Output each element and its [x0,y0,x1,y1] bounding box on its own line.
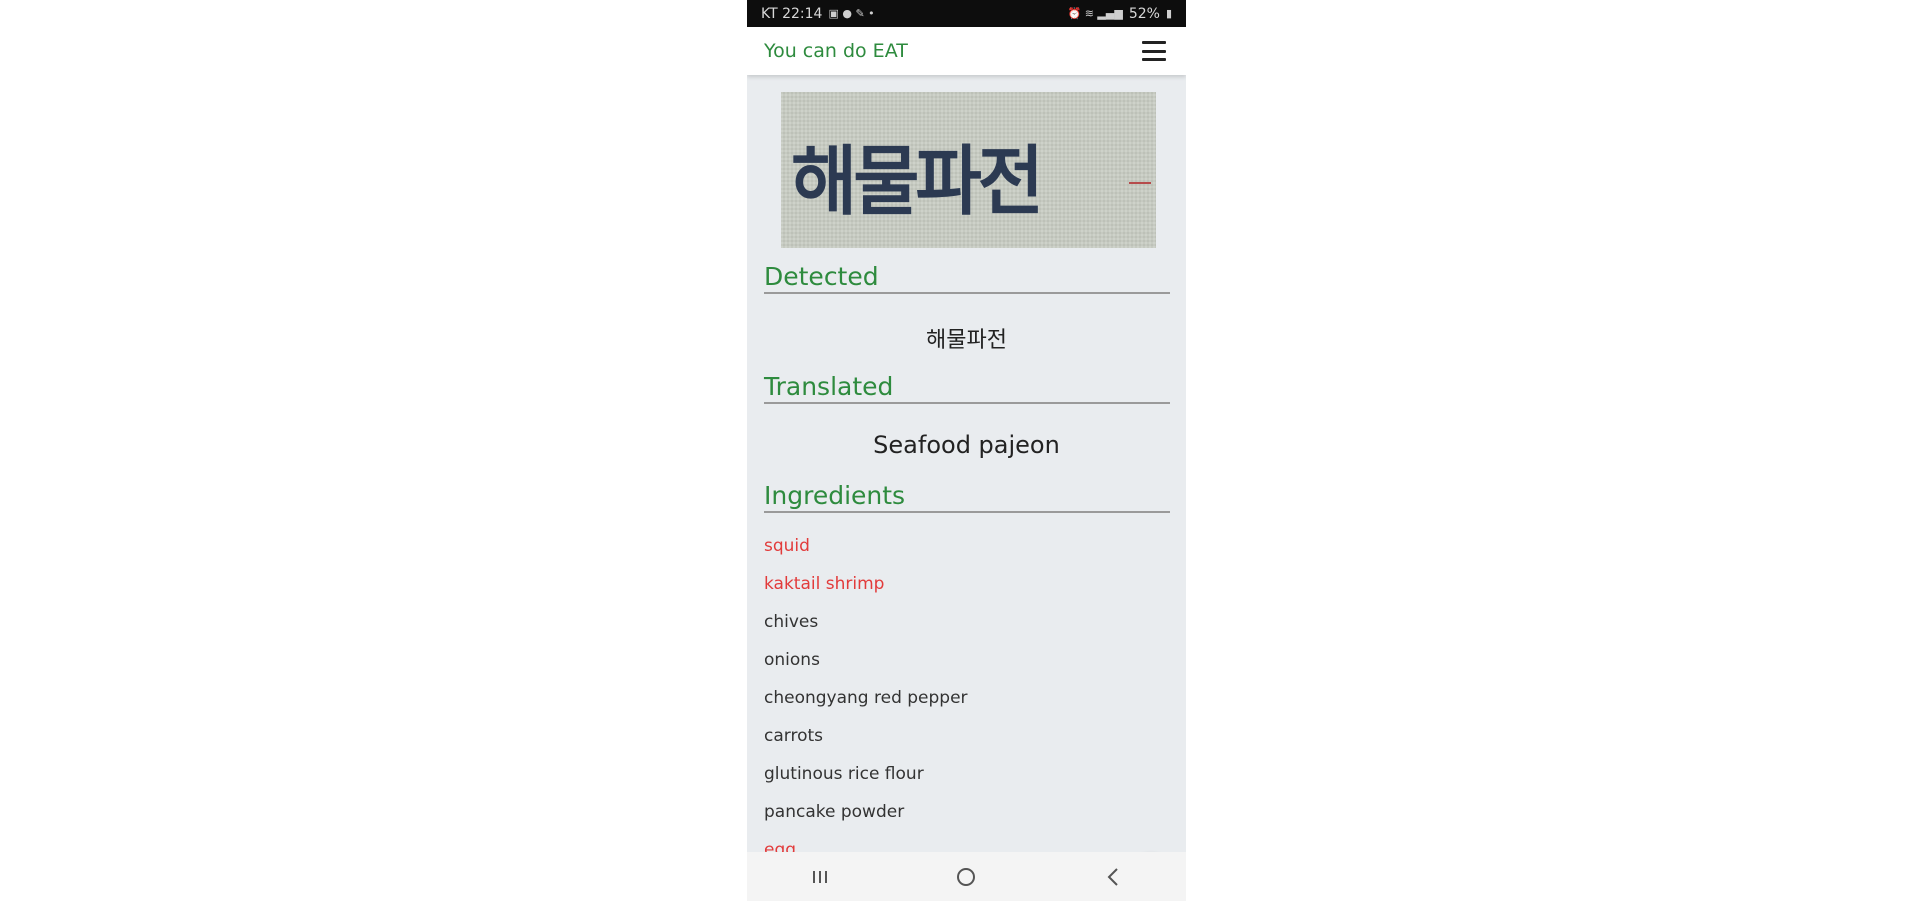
ingredient-item: glutinous rice flour [764,764,924,784]
detected-heading: Detected [764,262,1170,294]
detected-value: 해물파전 [926,328,1007,353]
hamburger-menu-icon[interactable] [1142,41,1166,61]
ingredients-heading: Ingredients [764,481,1170,513]
ingredient-item: squid [764,536,810,556]
ingredient-item: kaktail shrimp [764,574,885,594]
translated-value: Seafood pajeon [873,431,1060,459]
ingredients-list: squid kaktail shrimp chives onions cheon… [764,527,968,852]
ingredient-item: pancake powder [764,802,905,822]
ingredient-item: onions [764,650,820,670]
status-carrier-time: KT 22:14 [761,5,823,22]
home-icon[interactable] [946,862,986,892]
ingredient-item: cheongyang red pepper [764,688,968,708]
sign-photo-text: 해물파전 [791,137,1044,226]
ingredient-item: chives [764,612,819,632]
recent-apps-icon[interactable] [800,862,840,892]
notification-icons: ▣ ● ✎ • [828,7,875,20]
back-icon[interactable] [1093,862,1133,892]
battery-icon: ▮ [1165,7,1172,20]
sign-decoration [1129,182,1151,184]
ingredient-item: carrots [764,726,823,746]
app-title: You can do EAT [764,40,908,62]
menu-sign-photo: 해물파전 [781,92,1156,248]
ingredient-item: egg [764,840,797,852]
main-content: 해물파전 Detected 해물파전 Translated Seafood pa… [747,75,1186,852]
phone-screen: KT 22:14 ▣ ● ✎ • ⏰ ≋ ▂▄▆ 52% ▮ You can d… [747,0,1186,901]
app-bar: You can do EAT [747,27,1186,75]
signal-icons: ⏰ ≋ ▂▄▆ [1067,7,1123,20]
translated-heading: Translated [764,372,1170,404]
status-bar: KT 22:14 ▣ ● ✎ • ⏰ ≋ ▂▄▆ 52% ▮ [747,0,1186,27]
battery-level: 52% [1128,5,1160,22]
system-nav-bar [747,852,1186,901]
